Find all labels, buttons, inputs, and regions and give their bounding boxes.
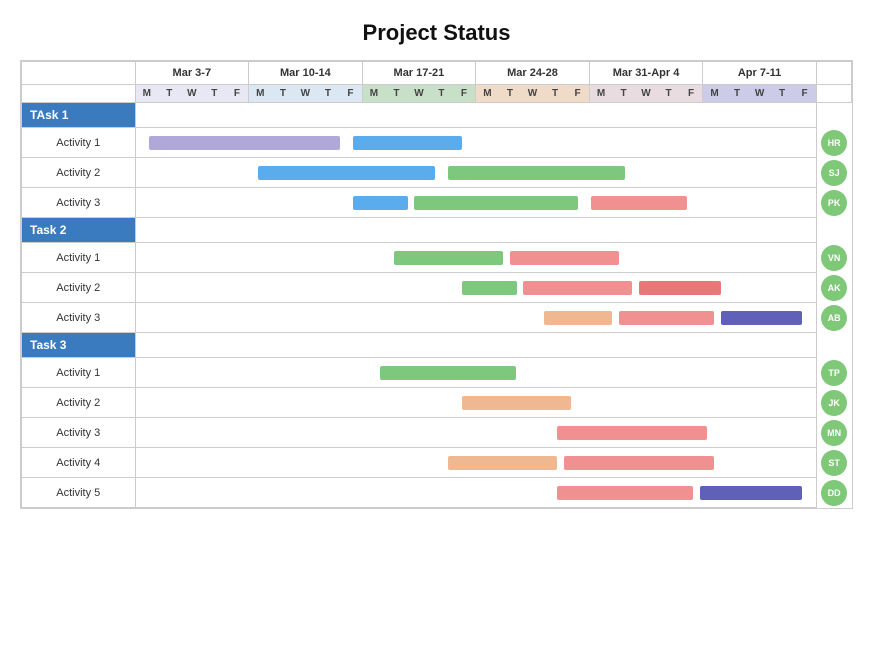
gantt-cell-t3-a2 (135, 388, 816, 418)
gantt-bar-t2-a1-b1 (510, 251, 619, 265)
avatar-tp: TP (821, 360, 847, 386)
day-header-week-2: MTWTF (362, 85, 476, 103)
activity-row-t1-a3: Activity 3 PK (22, 188, 852, 218)
activity-row-t2-a2: Activity 2 AK (22, 273, 852, 303)
activity-label: Activity 4 (22, 448, 136, 478)
label-header (22, 62, 136, 85)
day-header-week-1: MTWTF (249, 85, 363, 103)
week-header-Mar-3-7: Mar 3-7 (135, 62, 249, 85)
task-row-2: Task 2 (22, 218, 852, 243)
task-row-3: Task 3 (22, 333, 852, 358)
activity-row-t3-a3: Activity 3 MN (22, 418, 852, 448)
activity-row-t3-a5: Activity 5 DD (22, 478, 852, 508)
gantt-bar-t2-a2-b1 (523, 281, 632, 295)
gantt-bar-t3-a3-b0 (557, 426, 707, 440)
week-header-Mar-10-14: Mar 10-14 (249, 62, 363, 85)
avatar-cell: JK (816, 388, 851, 418)
gantt-bar-t2-a3-b0 (544, 311, 612, 325)
activity-row-t3-a1: Activity 1 TP (22, 358, 852, 388)
activity-label: Activity 1 (22, 128, 136, 158)
gantt-bar-t1-a1-b1 (353, 136, 462, 150)
activity-label: Activity 2 (22, 273, 136, 303)
gantt-cell-t2-a3 (135, 303, 816, 333)
avatar-sj: SJ (821, 160, 847, 186)
avatar-vn: VN (821, 245, 847, 271)
avatar-mn: MN (821, 420, 847, 446)
activity-label: Activity 2 (22, 158, 136, 188)
day-header-week-4: MTWTF (589, 85, 703, 103)
gantt-cell-t3-a5 (135, 478, 816, 508)
activity-label: Activity 2 (22, 388, 136, 418)
avatar-cell: VN (816, 243, 851, 273)
day-header-week-3: MTWTF (476, 85, 590, 103)
avatar-pk: PK (821, 190, 847, 216)
gantt-bar-t1-a1-b0 (149, 136, 339, 150)
avatar-dd: DD (821, 480, 847, 506)
gantt-bar-t1-a3-b1 (414, 196, 577, 210)
gantt-bar-t2-a2-b0 (462, 281, 516, 295)
activity-label: Activity 3 (22, 418, 136, 448)
week-header-Mar-24-28: Mar 24-28 (476, 62, 590, 85)
gantt-cell-t1-a2 (135, 158, 816, 188)
avatar-cell: PK (816, 188, 851, 218)
gantt-cell-t3-a4 (135, 448, 816, 478)
activity-row-t2-a1: Activity 1 VN (22, 243, 852, 273)
activity-label: Activity 1 (22, 358, 136, 388)
gantt-bar-t2-a1-b0 (394, 251, 503, 265)
avatar-cell: SJ (816, 158, 851, 188)
gantt-bar-t1-a2-b0 (258, 166, 435, 180)
gantt-bar-t3-a5-b0 (557, 486, 693, 500)
activity-label: Activity 3 (22, 188, 136, 218)
gantt-cell-t1-a3 (135, 188, 816, 218)
avatar-day-header (816, 85, 851, 103)
gantt-bar-t1-a3-b2 (591, 196, 686, 210)
week-header-Mar-17-21: Mar 17-21 (362, 62, 476, 85)
activity-row-t1-a2: Activity 2 SJ (22, 158, 852, 188)
gantt-bar-t2-a2-b2 (639, 281, 721, 295)
gantt-bar-t3-a4-b0 (448, 456, 557, 470)
gantt-bar-t2-a3-b1 (619, 311, 714, 325)
avatar-cell: AK (816, 273, 851, 303)
activity-row-t1-a1: Activity 1 HR (22, 128, 852, 158)
gantt-cell-t3-a1 (135, 358, 816, 388)
avatar-cell: HR (816, 128, 851, 158)
gantt-bar-t3-a4-b1 (564, 456, 714, 470)
gantt-bar-t1-a2-b1 (448, 166, 625, 180)
gantt-bar-t1-a3-b0 (353, 196, 407, 210)
gantt-cell-t2-a2 (135, 273, 816, 303)
gantt-cell-t1-a1 (135, 128, 816, 158)
gantt-bar-t3-a5-b1 (700, 486, 802, 500)
activity-row-t2-a3: Activity 3 AB (22, 303, 852, 333)
avatar-cell: ST (816, 448, 851, 478)
activity-label: Activity 5 (22, 478, 136, 508)
avatar-hr: HR (821, 130, 847, 156)
avatar-cell: MN (816, 418, 851, 448)
activity-label: Activity 3 (22, 303, 136, 333)
gantt-bar-t3-a2-b0 (462, 396, 571, 410)
avatar-st: ST (821, 450, 847, 476)
page-title: Project Status (20, 20, 853, 46)
activity-row-t3-a2: Activity 2 JK (22, 388, 852, 418)
gantt-cell-t3-a3 (135, 418, 816, 448)
week-header-Mar-31-Apr-4: Mar 31-Apr 4 (589, 62, 703, 85)
gantt-chart: Mar 3-7Mar 10-14Mar 17-21Mar 24-28Mar 31… (20, 60, 853, 509)
label-day-header (22, 85, 136, 103)
avatar-header (816, 62, 851, 85)
activity-label: Activity 1 (22, 243, 136, 273)
day-header-week-5: MTWTF (703, 85, 817, 103)
week-header-Apr-7-11: Apr 7-11 (703, 62, 817, 85)
task-row-1: TAsk 1 (22, 103, 852, 128)
day-header-week-0: MTWTF (135, 85, 249, 103)
avatar-ak: AK (821, 275, 847, 301)
avatar-cell: TP (816, 358, 851, 388)
avatar-cell: DD (816, 478, 851, 508)
avatar-ab: AB (821, 305, 847, 331)
gantt-bar-t3-a1-b0 (380, 366, 516, 380)
avatar-cell: AB (816, 303, 851, 333)
gantt-bar-t2-a3-b2 (721, 311, 803, 325)
gantt-cell-t2-a1 (135, 243, 816, 273)
activity-row-t3-a4: Activity 4 ST (22, 448, 852, 478)
avatar-jk: JK (821, 390, 847, 416)
